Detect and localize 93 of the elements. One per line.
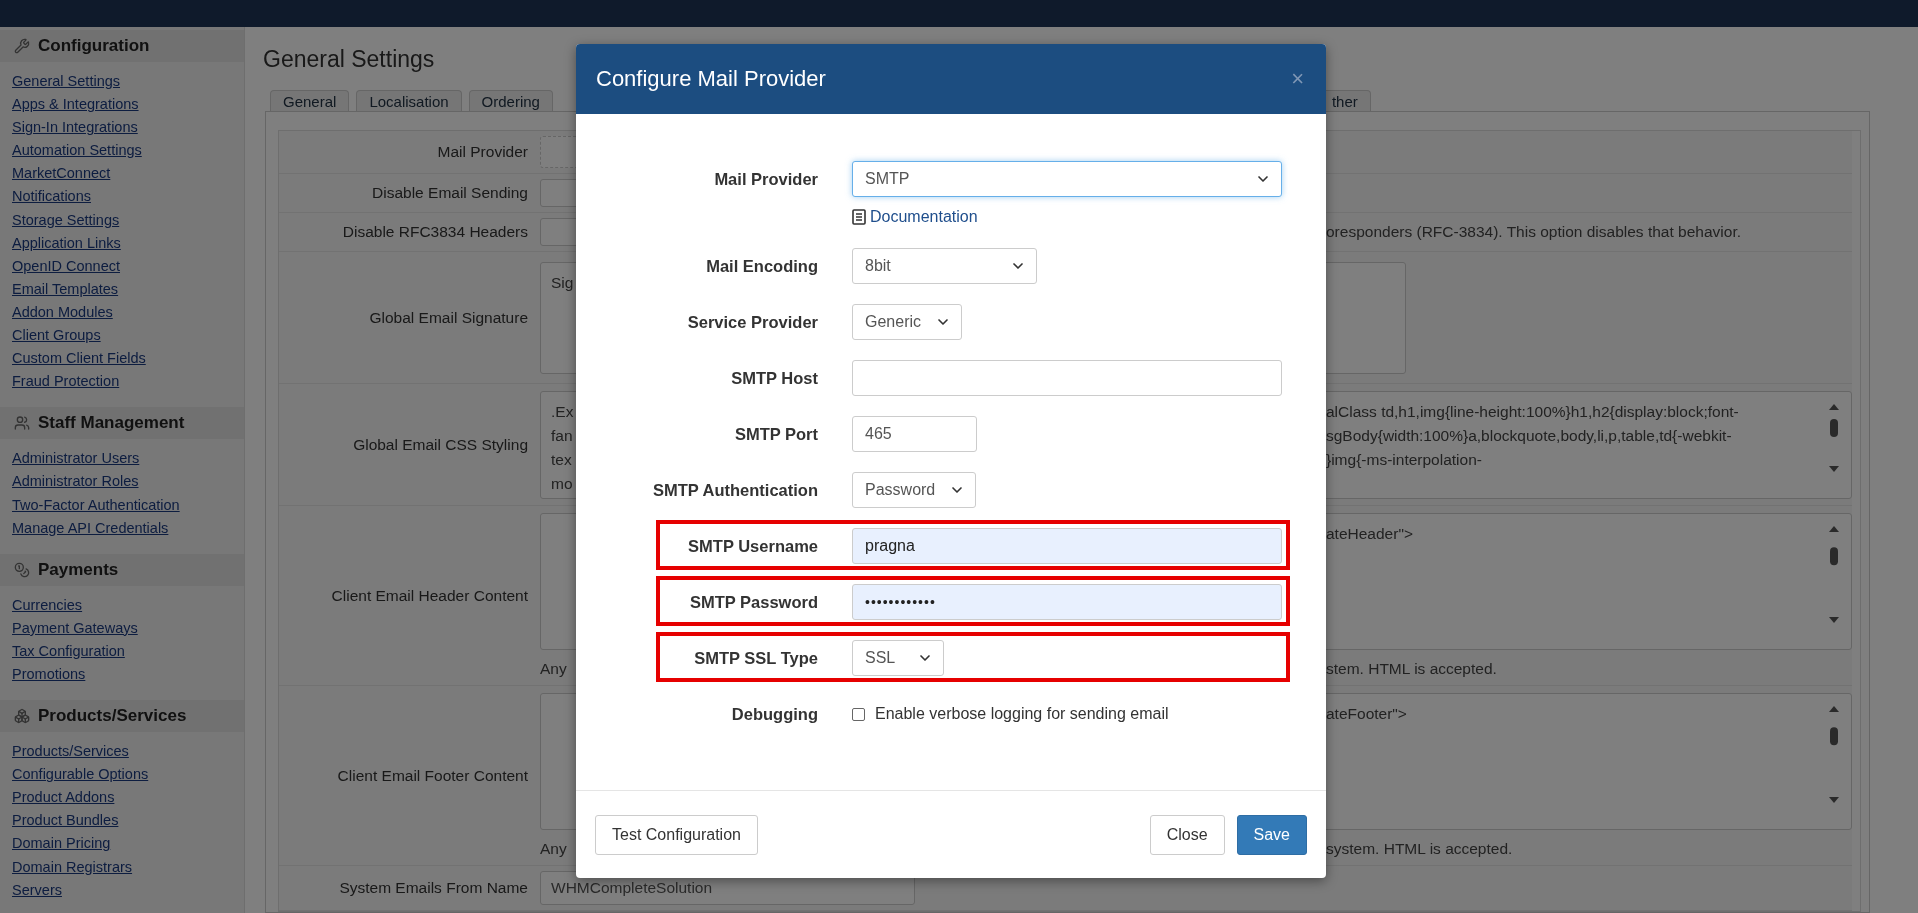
sidebar-link[interactable]: General Settings [12,70,120,94]
field-label: SMTP Port [733,424,818,444]
sidebar-link[interactable]: Apps & Integrations [12,93,139,117]
sidebar-link[interactable]: Client Groups [12,324,101,348]
setting-label: Disable RFC3834 Headers [341,223,529,241]
setting-label: Client Email Header Content [330,586,529,605]
code-text: ateFooter"> [1326,704,1408,724]
code-text: }img{-ms-interpolation- [1326,449,1483,470]
sidebar-link[interactable]: Sign-In Integrations [12,116,138,140]
checkbox[interactable] [852,707,865,721]
wrench-icon [14,38,30,54]
help-text: system. HTML is accepted. [1326,840,1514,858]
sidebar-link[interactable]: Addon Modules [12,300,113,325]
textarea-text: Sig [550,272,575,293]
close-button[interactable]: × [1289,66,1306,92]
field-label: SMTP SSL Type [693,648,818,668]
select-field[interactable]: Password [852,472,977,508]
coins-icon [14,561,30,578]
sidebar-link[interactable]: Application Links [12,231,121,255]
setting-label: Global Email Signature [368,308,529,327]
field-label: Debugging [730,704,818,724]
sidebar-link[interactable]: Manage API Credentials [12,516,169,540]
sidebar-link[interactable]: Automation Settings [12,139,142,163]
checkbox-label: Enable verbose logging for sending email [875,705,1169,723]
field-label: Mail Encoding [705,256,818,276]
sidebar-link[interactable]: Administrator Roles [12,470,139,494]
sidebar-link[interactable]: Currencies [12,593,83,617]
select-field[interactable]: Generic [852,304,963,340]
section-title: Staff Management [38,413,185,434]
document-icon [852,209,866,225]
code-text: ateHeader"> [1326,524,1414,544]
sidebar-link[interactable]: Product Bundles [12,809,119,833]
tab[interactable]: Localisation [356,90,462,111]
code-text: sgBody{width:100%}a,blockquote,body,li,p,table,td{-webkit- [1326,425,1733,446]
sidebar-link[interactable]: Email Templates [12,277,119,301]
select-field[interactable]: SSL [852,640,944,676]
field-label: SMTP Password [688,592,818,612]
code-text: .Ex [550,401,575,422]
sidebar-link[interactable]: Custom Client Fields [12,347,146,371]
help-text: oresponders (RFC-3834). This option disables that behavior. [1326,223,1742,241]
section-title: Configuration [38,36,150,56]
sidebar-link[interactable]: Domain Pricing [12,832,111,856]
code-text: fan [550,425,574,446]
sidebar-link[interactable]: Configurable Options [12,763,149,787]
setting-label: Global Email CSS Styling [352,435,529,454]
page-title: General Settings [263,46,435,73]
field-label: SMTP Username [687,536,818,556]
users-icon [14,415,30,432]
sidebar-link[interactable]: Administrator Users [12,447,140,471]
tab[interactable]: Ordering [468,90,553,111]
sidebar-link[interactable]: Payment Gateways [12,616,138,640]
test-configuration-button[interactable]: Test Configuration [595,814,758,855]
sidebar-link[interactable]: Notifications [12,185,91,209]
input-field[interactable] [852,360,1282,396]
setting-label: Mail Provider [436,143,529,161]
sidebar-link[interactable]: OpenID Connect [12,254,120,278]
select-field[interactable]: 8bit [852,248,1037,284]
code-text: tex [550,449,573,470]
field-label: Mail Provider [713,169,818,189]
sidebar-link[interactable]: Product Addons [12,786,115,810]
sidebar-link[interactable]: Domain Registrars [12,855,133,879]
setting-label: System Emails From Name [338,879,529,897]
help-text: stem. HTML is accepted. [1326,660,1498,678]
sidebar-link[interactable]: Storage Settings [12,208,120,232]
tab[interactable]: General [270,90,350,111]
setting-label: Client Email Footer Content [336,766,529,785]
help-text: Any [540,660,568,678]
modal-title: Configure Mail Provider [596,66,826,92]
sidebar-link[interactable]: Tax Configuration [12,639,125,663]
input-field[interactable]: 465 [852,416,977,452]
select-field[interactable]: SMTP [852,161,1282,197]
code-text: mo [550,473,574,494]
input-field[interactable]: pragna [852,528,1282,564]
code-text: alClass td,h1,img{line-height:100%}h1,h2{display:block;font- [1326,401,1740,422]
documentation-link[interactable]: Documentation [852,208,978,226]
sidebar-link[interactable]: MarketConnect [12,162,111,186]
help-text: Any [540,840,568,858]
setting-label: Disable Email Sending [371,184,529,202]
section-title: Payments [38,559,119,580]
password-field[interactable]: •••••••••••• [852,584,1282,620]
section-title: Products/Services [38,706,187,727]
save-button[interactable]: Save [1236,814,1307,855]
sidebar-link[interactable]: Products/Services [12,740,129,764]
sidebar-link[interactable]: Servers [12,878,62,902]
boxes-icon [14,708,30,725]
close-button[interactable]: Close [1149,814,1225,855]
sidebar-link[interactable]: Fraud Protection [12,370,120,394]
field-label: Service Provider [686,312,818,332]
sidebar-link[interactable]: Promotions [12,662,86,687]
field-label: SMTP Host [730,368,818,388]
sidebar-link[interactable]: Two-Factor Authentication [12,493,180,517]
field-label: SMTP Authentication [652,480,818,500]
scrollbar-drawing [1829,403,1839,472]
